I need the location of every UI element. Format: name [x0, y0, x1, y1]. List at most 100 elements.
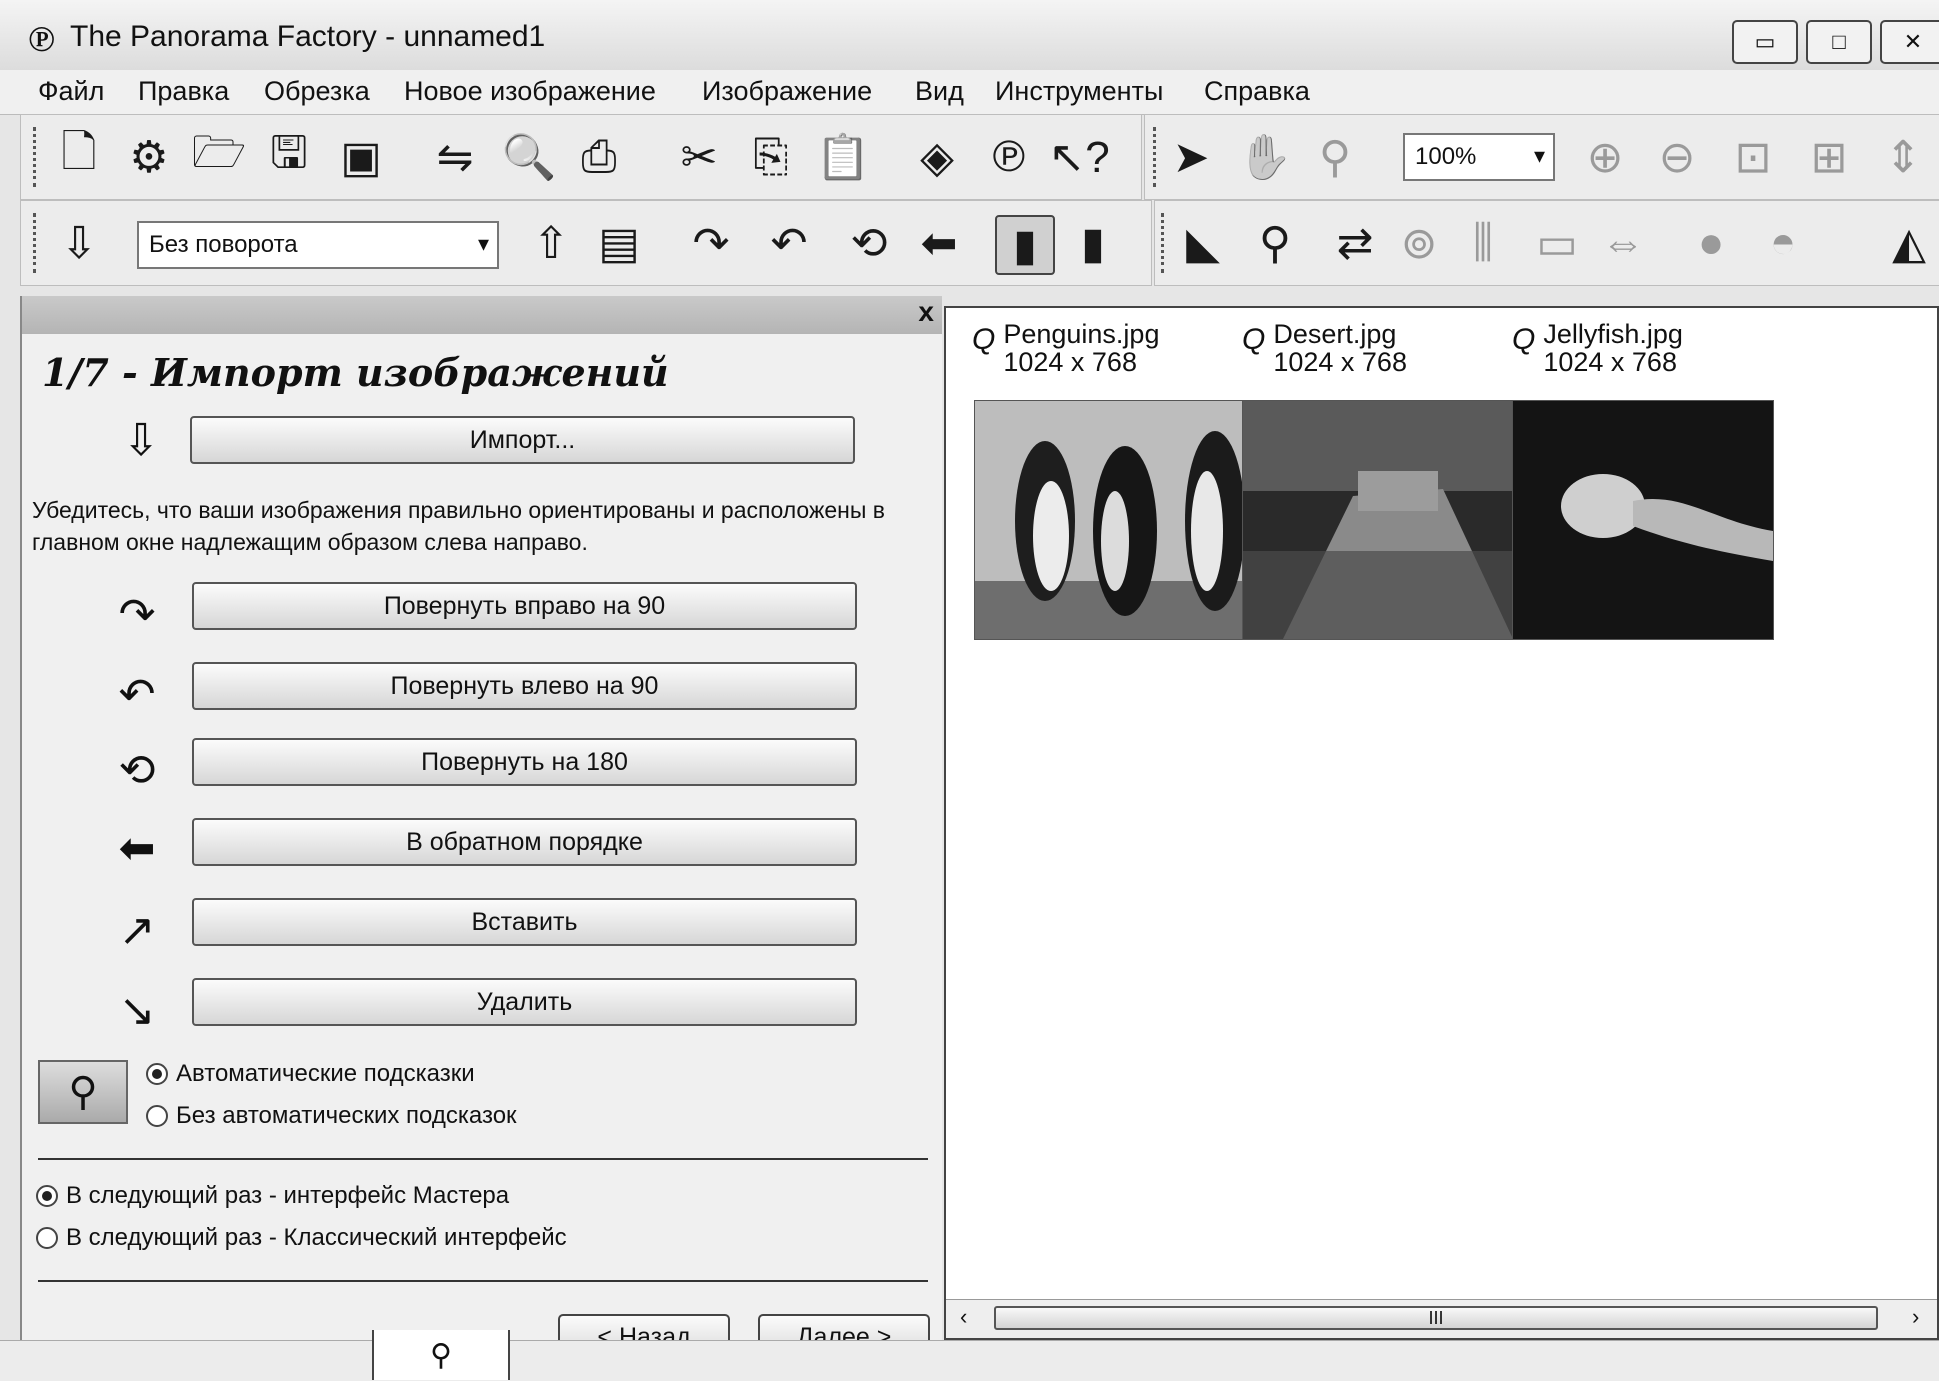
lens-icon[interactable]: ◣	[1175, 215, 1231, 271]
image-caption: Q Desert.jpg 1024 x 768	[1242, 320, 1407, 376]
close-button[interactable]: ✕	[1880, 20, 1939, 64]
menu-crop[interactable]: Обрезка	[264, 76, 370, 107]
eraser-icon[interactable]: ◈	[909, 129, 965, 185]
toolbar-grip[interactable]	[1161, 213, 1167, 273]
scroll-left-icon[interactable]: ‹	[960, 1304, 967, 1330]
chevron-down-icon: ▾	[1533, 143, 1545, 168]
magnifier-icon: ⚲	[372, 1330, 510, 1380]
magnifier-icon[interactable]: ⚲	[1307, 129, 1363, 185]
wizard-toolbar: ⇩ Без поворота ▾ ⇧ ▤ ↷ ↶ ⟲ ⬅ ▮ ▮	[20, 200, 1152, 286]
panorama-icon[interactable]: ℗	[981, 129, 1037, 185]
image-name: Jellyfish.jpg	[1543, 319, 1683, 349]
menu-new-image[interactable]: Новое изображение	[404, 76, 656, 107]
toolbar-grip[interactable]	[33, 127, 39, 187]
radio-unchecked[interactable]	[36, 1227, 58, 1249]
rotate-180-button[interactable]: Повернуть на 180	[192, 738, 857, 786]
print-icon[interactable]: ⎙	[571, 129, 627, 185]
hint-magnifier-icon: ⚲	[38, 1060, 128, 1124]
close-icon[interactable]: x	[918, 296, 934, 328]
rotate-right-icon[interactable]: ↷	[683, 215, 739, 271]
maximize-button[interactable]: □	[1806, 20, 1872, 64]
image-size: 1024 x 768	[1003, 347, 1137, 377]
scroll-thumb[interactable]: III	[994, 1306, 1878, 1330]
pointer-icon[interactable]: ➤	[1163, 129, 1219, 185]
insert-button[interactable]: Вставить	[192, 898, 857, 946]
menu-help[interactable]: Справка	[1204, 76, 1310, 107]
menu-view[interactable]: Вид	[915, 76, 964, 107]
rotate-left-icon[interactable]: ↶	[761, 215, 817, 271]
chevron-down-icon: ▾	[477, 231, 489, 256]
spacing-icon[interactable]: ⇔	[1595, 215, 1651, 271]
reverse-order-icon[interactable]: ⬅	[911, 215, 967, 271]
scroll-right-icon[interactable]: ›	[1912, 1304, 1919, 1330]
radio-checked[interactable]	[146, 1063, 168, 1085]
rotate-right-button[interactable]: Повернуть вправо на 90	[192, 582, 857, 630]
delete-button[interactable]: Удалить	[192, 978, 857, 1026]
master-interface-option[interactable]: В следующий раз - интерфейс Мастера	[36, 1182, 509, 1210]
menu-file[interactable]: Файл	[38, 76, 104, 107]
blend-icon[interactable]: ⊚	[1391, 215, 1447, 271]
menu-image[interactable]: Изображение	[702, 76, 872, 107]
crosshair-icon[interactable]: ⊞	[1801, 129, 1857, 185]
no-hints-label: Без автоматических подсказок	[176, 1102, 517, 1129]
toolbar-grip[interactable]	[1153, 127, 1159, 187]
auto-hints-option[interactable]: Автоматические подсказки	[146, 1060, 475, 1088]
export-icon[interactable]: ⇧	[523, 215, 579, 271]
image-thumbnail-desert[interactable]	[1242, 400, 1556, 640]
close-icon: ✕	[1903, 29, 1923, 54]
insert-frame-icon[interactable]: ▮	[995, 215, 1055, 275]
stitch-icon[interactable]: ⇋	[427, 129, 483, 185]
image-name: Desert.jpg	[1273, 319, 1397, 349]
paste-icon[interactable]: 📋	[815, 129, 871, 185]
hand-icon[interactable]: ✋	[1237, 129, 1293, 185]
minimize-icon: ▭	[1754, 29, 1776, 54]
import-button[interactable]: Импорт...	[190, 416, 855, 464]
reverse-order-button[interactable]: В обратном порядке	[192, 818, 857, 866]
histogram-icon[interactable]: ◭	[1881, 215, 1937, 271]
filmstrip-icon[interactable]: ▤	[591, 215, 647, 271]
frame-icon[interactable]: ▭	[1529, 215, 1585, 271]
preview-icon[interactable]: 🔍	[501, 129, 557, 185]
classic-interface-option[interactable]: В следующий раз - Классический интерфейс	[36, 1224, 567, 1252]
menu-edit[interactable]: Правка	[138, 76, 229, 107]
import-icon[interactable]: ⇩	[51, 215, 107, 271]
minimize-button[interactable]: ▭	[1732, 20, 1798, 64]
rotate-180-icon[interactable]: ⟲	[841, 215, 897, 271]
zoom-in-icon[interactable]: ⊕	[1577, 129, 1633, 185]
package-icon[interactable]: ▣	[333, 129, 389, 185]
copy-icon[interactable]: ⎘	[743, 129, 799, 185]
menu-tools[interactable]: Инструменты	[995, 76, 1163, 107]
import-icon: ⇩	[122, 415, 160, 465]
open-folder-icon[interactable]: 🗁	[191, 128, 247, 185]
help-context-icon[interactable]: ↖?	[1048, 129, 1109, 185]
image-marker-icon: Q	[1242, 323, 1266, 356]
classic-interface-label: В следующий раз - Классический интерфейс	[66, 1224, 567, 1251]
toolbar-grip[interactable]	[33, 213, 39, 273]
zoom-out-icon[interactable]: ⊖	[1649, 129, 1705, 185]
status-bar	[0, 1340, 1939, 1381]
horizontal-scrollbar[interactable]: ‹ III ›	[946, 1299, 1937, 1338]
sphere-icon[interactable]: ●	[1683, 215, 1739, 271]
delete-frame-icon[interactable]: ▮	[1065, 215, 1121, 271]
split-icon[interactable]: ⫼	[1455, 215, 1511, 271]
wizard-icon[interactable]: ⚙	[121, 129, 177, 185]
new-document-icon[interactable]: 🗋	[51, 128, 107, 185]
rotate-left-button[interactable]: Повернуть влево на 90	[192, 662, 857, 710]
no-hints-option[interactable]: Без автоматических подсказок	[146, 1102, 517, 1130]
align-icon[interactable]: ⇄	[1327, 215, 1383, 271]
insert-icon: ↗	[118, 905, 156, 955]
fit-window-icon[interactable]: ⊡	[1725, 129, 1781, 185]
zoom-select[interactable]: 100% ▾	[1403, 133, 1555, 181]
image-caption: Q Jellyfish.jpg 1024 x 768	[1512, 320, 1683, 376]
radio-checked[interactable]	[36, 1185, 58, 1207]
title-bar: ℗ The Panorama Factory - unnamed1 ▭ □ ✕	[0, 0, 1939, 70]
rotation-select[interactable]: Без поворота ▾	[137, 221, 499, 269]
radio-unchecked[interactable]	[146, 1105, 168, 1127]
globe-icon[interactable]: ◓	[1755, 215, 1811, 271]
cut-icon[interactable]: ✂	[671, 129, 727, 185]
vertical-fit-icon[interactable]: ⇕	[1875, 129, 1931, 185]
search-icon[interactable]: ⚲	[1247, 215, 1303, 271]
image-thumbnail-jellyfish[interactable]	[1512, 400, 1774, 640]
save-icon[interactable]: 🖫	[261, 128, 317, 185]
image-thumbnail-penguins[interactable]	[974, 400, 1288, 640]
